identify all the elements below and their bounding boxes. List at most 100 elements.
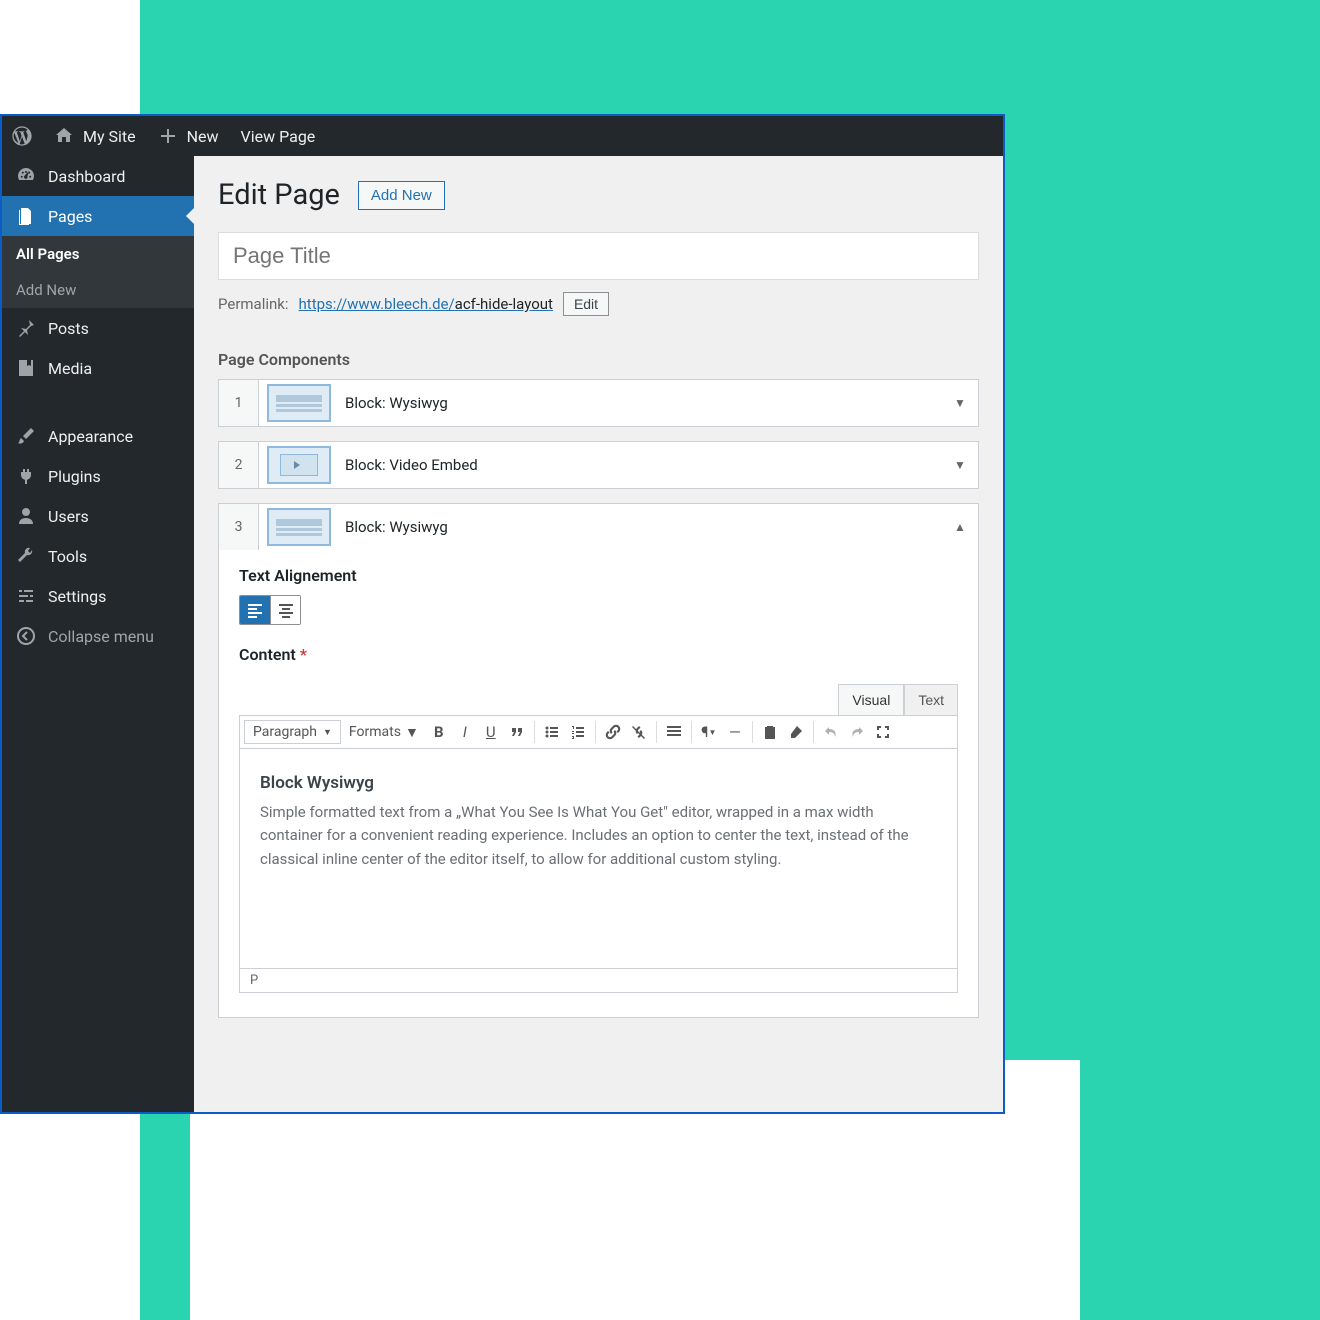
paragraph-select[interactable]: Paragraph▼ xyxy=(244,720,341,744)
fullscreen-icon xyxy=(875,724,891,740)
wp-logo[interactable] xyxy=(12,126,32,146)
add-new-button[interactable]: Add New xyxy=(358,181,445,210)
admin-bar-view-label: View Page xyxy=(241,127,316,146)
bullet-list-button[interactable] xyxy=(540,720,564,744)
content-heading: Block Wysiwyg xyxy=(260,773,937,793)
tab-visual[interactable]: Visual xyxy=(838,684,904,715)
unlink-button[interactable] xyxy=(627,720,651,744)
sidebar-label: Tools xyxy=(48,547,87,566)
brush-icon xyxy=(16,426,36,446)
link-icon xyxy=(605,724,621,740)
row-label: Block: Wysiwyg xyxy=(339,383,942,423)
align-button[interactable] xyxy=(662,720,686,744)
align-center-button[interactable] xyxy=(270,596,300,624)
pushpin-icon xyxy=(16,318,36,338)
collapse-toggle[interactable]: ▲ xyxy=(942,520,978,534)
sidebar-label: Settings xyxy=(48,587,106,606)
bold-button[interactable]: B xyxy=(427,720,451,744)
sidebar-item-tools[interactable]: Tools xyxy=(2,536,194,576)
media-icon xyxy=(16,358,36,378)
sidebar-item-settings[interactable]: Settings xyxy=(2,576,194,616)
content-paragraph: Simple formatted text from a „What You S… xyxy=(260,801,937,871)
video-thumb-icon xyxy=(267,446,331,484)
sidebar-label: Posts xyxy=(48,319,89,338)
sidebar-sub-all-pages[interactable]: All Pages xyxy=(2,236,194,272)
undo-button[interactable] xyxy=(819,720,843,744)
row-label: Block: Video Embed xyxy=(339,445,942,485)
expand-toggle[interactable]: ▼ xyxy=(942,396,978,410)
main-content: Edit Page Add New Permalink: https://www… xyxy=(194,156,1003,1112)
sidebar-submenu-pages: All Pages Add New xyxy=(2,236,194,308)
expand-toggle[interactable]: ▼ xyxy=(942,458,978,472)
component-row[interactable]: 3 Block: Wysiwyg ▲ xyxy=(218,503,979,550)
link-button[interactable] xyxy=(601,720,625,744)
align-left-icon xyxy=(247,602,263,618)
pages-icon xyxy=(16,206,36,226)
sidebar-sub-add-new[interactable]: Add New xyxy=(2,272,194,308)
align-button-group xyxy=(239,595,301,625)
wrench-icon xyxy=(16,546,36,566)
hr-button[interactable]: — xyxy=(723,720,747,744)
clipboard-icon xyxy=(762,724,778,740)
number-list-button[interactable] xyxy=(566,720,590,744)
sidebar-item-collapse[interactable]: Collapse menu xyxy=(2,616,194,656)
admin-bar-new[interactable]: New xyxy=(158,126,219,146)
formats-select[interactable]: Formats▼ xyxy=(343,721,425,744)
sidebar-item-media[interactable]: Media xyxy=(2,348,194,388)
text-align-label: Text Alignement xyxy=(239,566,958,585)
editor-content[interactable]: Block Wysiwyg Simple formatted text from… xyxy=(239,749,958,969)
quote-icon xyxy=(509,724,525,740)
plus-icon xyxy=(158,126,178,146)
page-title-input[interactable] xyxy=(218,232,979,280)
fullscreen-button[interactable] xyxy=(871,720,895,744)
editor-toolbar: Paragraph▼ Formats▼ B I U xyxy=(239,715,958,749)
row-number: 3 xyxy=(219,504,259,550)
user-icon xyxy=(16,506,36,526)
required-asterisk: * xyxy=(300,645,307,664)
blockquote-button[interactable] xyxy=(505,720,529,744)
row-number: 2 xyxy=(219,442,259,488)
permalink-label: Permalink: xyxy=(218,295,289,313)
admin-bar-view[interactable]: View Page xyxy=(241,127,316,146)
row-label: Block: Wysiwyg xyxy=(339,507,942,547)
admin-bar-site[interactable]: My Site xyxy=(54,126,136,146)
redo-button[interactable] xyxy=(845,720,869,744)
component-row[interactable]: 1 Block: Wysiwyg ▼ xyxy=(218,379,979,427)
sidebar-item-appearance[interactable]: Appearance xyxy=(2,416,194,456)
sidebar-item-dashboard[interactable]: Dashboard xyxy=(2,156,194,196)
align-icon xyxy=(666,724,682,740)
italic-button[interactable]: I xyxy=(453,720,477,744)
sliders-icon xyxy=(16,586,36,606)
sidebar-label: Pages xyxy=(48,207,92,226)
permalink-link[interactable]: https://www.bleech.de/acf-hide-layout xyxy=(299,295,553,313)
sidebar-item-plugins[interactable]: Plugins xyxy=(2,456,194,496)
component-panel: Text Alignement Content * Visual Text Pa… xyxy=(218,550,979,1018)
sidebar-label: Plugins xyxy=(48,467,101,486)
wordpress-icon xyxy=(12,126,32,146)
page-title: Edit Page xyxy=(218,178,340,212)
sidebar-label: Collapse menu xyxy=(48,627,154,646)
paste-button[interactable] xyxy=(758,720,782,744)
align-center-icon xyxy=(278,602,294,618)
eraser-icon xyxy=(788,724,804,740)
wysiwyg-thumb-icon xyxy=(267,384,331,422)
component-row[interactable]: 2 Block: Video Embed ▼ xyxy=(218,441,979,489)
sidebar-item-users[interactable]: Users xyxy=(2,496,194,536)
sidebar-label: Dashboard xyxy=(48,167,125,186)
underline-button[interactable]: U xyxy=(479,720,503,744)
sidebar-item-pages[interactable]: Pages xyxy=(2,196,194,236)
content-label: Content * xyxy=(239,645,958,664)
editor-status-bar: P xyxy=(239,969,958,993)
collapse-icon xyxy=(16,626,36,646)
sidebar-label: Media xyxy=(48,359,92,378)
admin-bar-site-label: My Site xyxy=(83,127,136,146)
align-left-button[interactable] xyxy=(240,596,270,624)
editor-tabs: Visual Text xyxy=(239,684,958,715)
plug-icon xyxy=(16,466,36,486)
admin-bar: My Site New View Page xyxy=(2,116,1003,156)
pilcrow-button[interactable]: ¶▼ xyxy=(697,720,721,744)
clear-format-button[interactable] xyxy=(784,720,808,744)
permalink-edit-button[interactable]: Edit xyxy=(563,292,609,316)
sidebar-item-posts[interactable]: Posts xyxy=(2,308,194,348)
tab-text[interactable]: Text xyxy=(904,684,958,715)
